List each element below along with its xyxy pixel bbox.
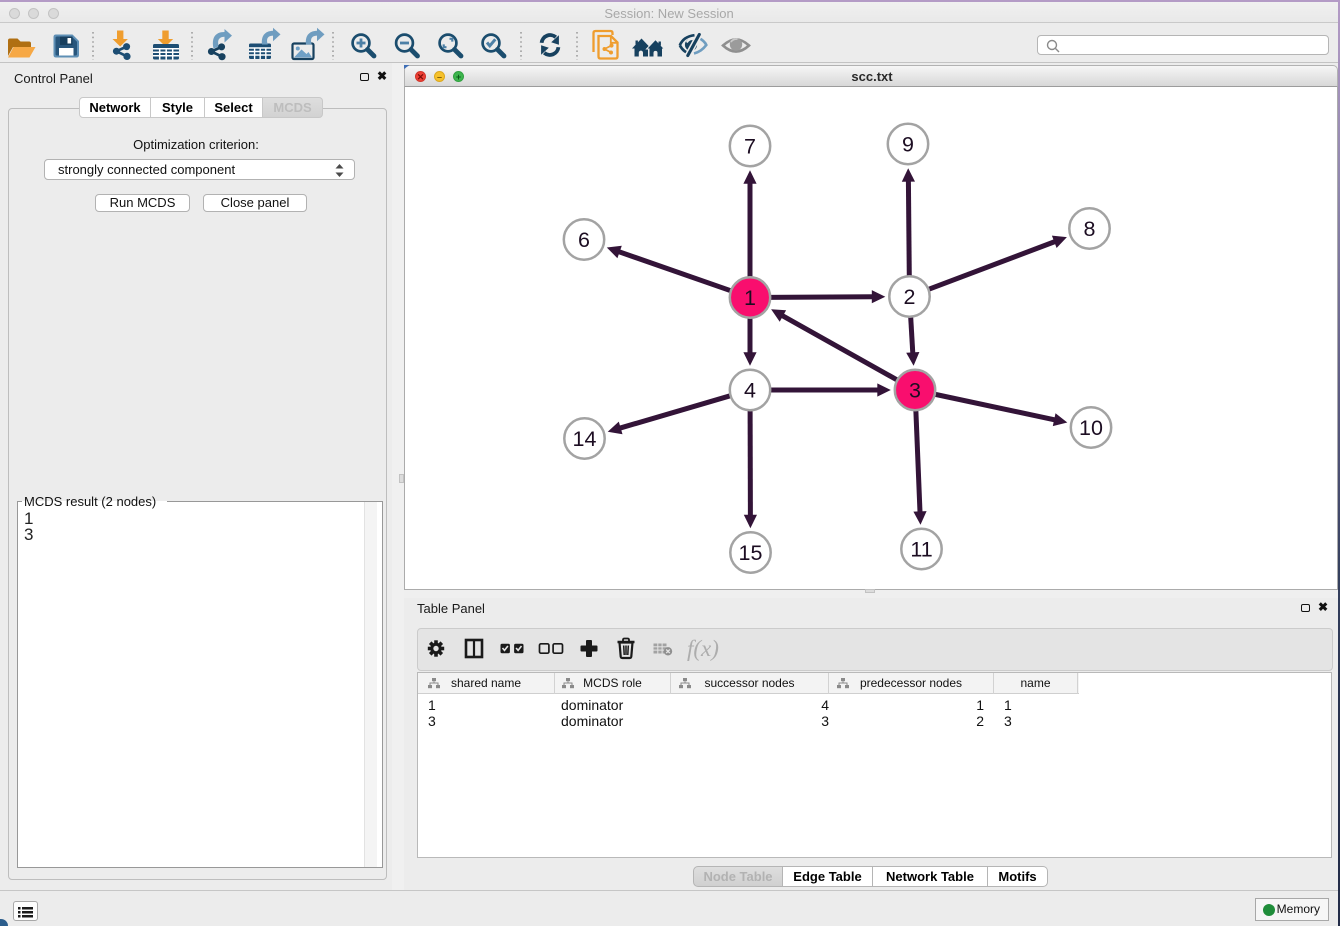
svg-text:10: 10 xyxy=(1079,416,1103,440)
svg-text:3: 3 xyxy=(909,379,921,403)
svg-text:4: 4 xyxy=(744,379,756,403)
svg-text:7: 7 xyxy=(744,135,756,159)
svg-text:9: 9 xyxy=(902,133,914,157)
svg-text:1: 1 xyxy=(744,286,756,310)
svg-text:8: 8 xyxy=(1084,217,1096,241)
svg-text:2: 2 xyxy=(904,285,916,309)
svg-text:15: 15 xyxy=(739,541,763,565)
svg-text:14: 14 xyxy=(573,427,597,451)
svg-text:11: 11 xyxy=(910,538,932,562)
svg-text:f(x): f(x) xyxy=(687,636,719,661)
svg-text:6: 6 xyxy=(578,228,590,252)
